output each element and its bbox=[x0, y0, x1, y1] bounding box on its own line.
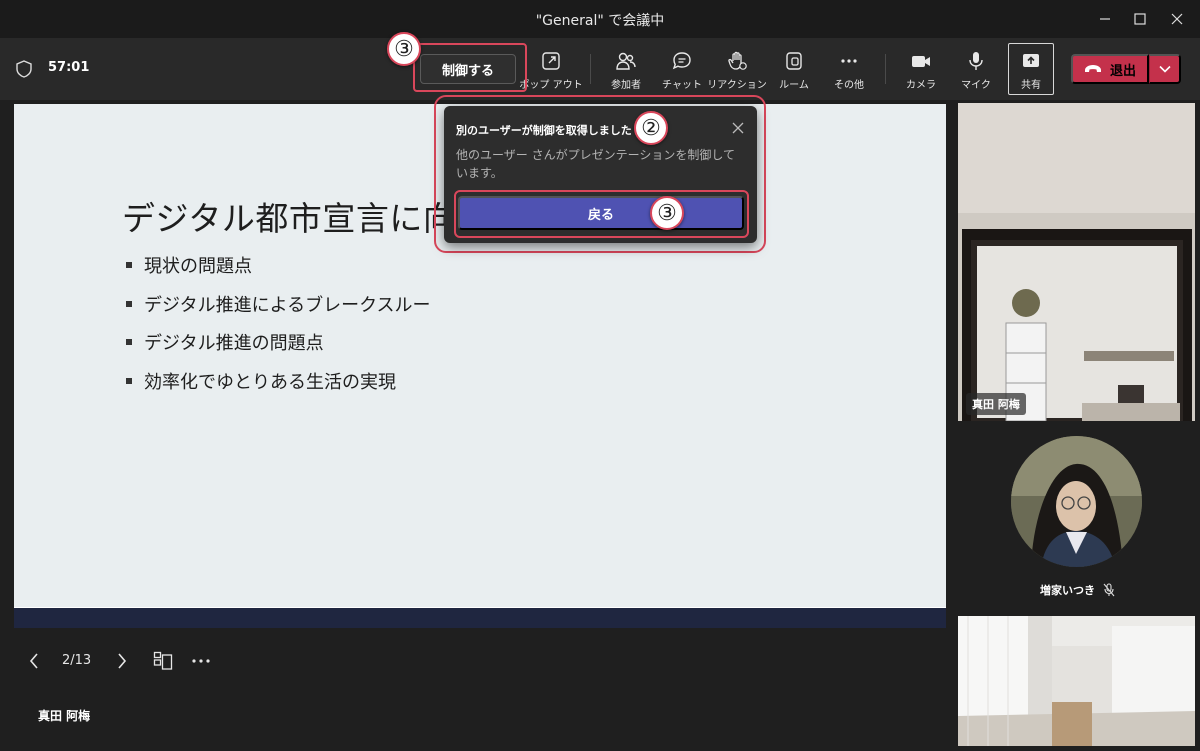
share-label: 共有 bbox=[1021, 80, 1041, 91]
annotation-highlight bbox=[413, 43, 527, 92]
slide-bullets: 現状の問題点 デジタル推進によるブレークスルー デジタル推進の問題点 効率化でゆ… bbox=[126, 252, 431, 406]
participant-name: 増家いつき bbox=[1040, 582, 1115, 598]
chat-icon bbox=[671, 50, 693, 72]
mic-label: マイク bbox=[961, 80, 991, 91]
close-icon[interactable] bbox=[1154, 0, 1200, 38]
next-slide-button[interactable] bbox=[114, 650, 130, 672]
slide-bullet: デジタル推進によるブレークスルー bbox=[126, 291, 431, 330]
more-button[interactable]: その他 bbox=[814, 48, 884, 92]
mic-muted-icon bbox=[1103, 583, 1115, 597]
participant-video[interactable]: 真田 阿梅 bbox=[958, 103, 1195, 421]
chevron-left-icon bbox=[29, 653, 38, 669]
chat-label: チャット bbox=[662, 80, 702, 91]
more-icon bbox=[192, 659, 210, 663]
slide-page-number: 2/13 bbox=[62, 653, 92, 668]
participant-avatar[interactable] bbox=[1011, 436, 1142, 567]
slide-footer-bar bbox=[14, 608, 946, 628]
leave-label: 退出 bbox=[1109, 62, 1136, 78]
slide-grid-icon bbox=[153, 651, 173, 670]
mic-icon bbox=[965, 50, 987, 72]
leave-button[interactable]: 退出 bbox=[1071, 54, 1149, 84]
more-icon bbox=[838, 50, 860, 72]
camera-label: カメラ bbox=[906, 80, 936, 91]
people-icon bbox=[615, 50, 637, 72]
popout-label: ポップ アウト bbox=[519, 80, 583, 91]
presenter-name: 真田 阿梅 bbox=[38, 709, 91, 723]
phone-hangup-icon bbox=[1084, 62, 1102, 77]
chevron-down-icon bbox=[1158, 65, 1171, 73]
participant-video[interactable] bbox=[958, 616, 1195, 746]
meeting-toolbar: 57:01 制御する ポップ アウト 参加者 チャット リアクション ルーム そ… bbox=[0, 38, 1200, 100]
shield-icon bbox=[16, 60, 32, 78]
camera-icon bbox=[910, 50, 932, 72]
slide-bullet: デジタル推進の問題点 bbox=[126, 329, 431, 368]
slide-bullet: 効率化でゆとりある生活の実現 bbox=[126, 368, 431, 407]
leave-options-button[interactable] bbox=[1149, 54, 1181, 84]
reaction-label: リアクション bbox=[707, 80, 767, 91]
slide-bullet: 現状の問題点 bbox=[126, 252, 431, 291]
return-button[interactable]: 戻る bbox=[458, 196, 744, 230]
chevron-right-icon bbox=[118, 653, 127, 669]
slide-sorter-button[interactable] bbox=[152, 650, 174, 672]
participant-video-frame bbox=[958, 616, 1195, 746]
close-icon[interactable] bbox=[731, 120, 745, 134]
share-icon bbox=[1020, 50, 1042, 72]
participants-label: 参加者 bbox=[611, 80, 641, 91]
annotation-marker: ③ bbox=[650, 196, 684, 230]
title-bar: "General" で会議中 bbox=[0, 0, 1200, 38]
notification-title: 別のユーザーが制御を取得しました bbox=[456, 124, 632, 137]
popout-icon bbox=[540, 50, 562, 72]
notification-body: 他のユーザー さんがプレゼンテーションを制御しています。 bbox=[456, 148, 735, 180]
slide-more-button[interactable] bbox=[190, 650, 212, 672]
previous-slide-button[interactable] bbox=[26, 650, 42, 672]
participant-video-frame bbox=[958, 103, 1195, 421]
annotation-marker: ② bbox=[634, 111, 668, 145]
window-title: "General" で会議中 bbox=[535, 13, 665, 29]
rooms-icon bbox=[783, 50, 805, 72]
more-label: その他 bbox=[834, 80, 864, 91]
participant-avatar-image bbox=[1011, 436, 1142, 567]
rooms-label: ルーム bbox=[779, 80, 809, 91]
meeting-timer: 57:01 bbox=[48, 60, 90, 75]
participant-name-tag: 真田 阿梅 bbox=[966, 393, 1026, 415]
annotation-marker: ③ bbox=[387, 32, 421, 66]
share-button-content[interactable]: 共有 bbox=[996, 48, 1066, 92]
reaction-hand-icon bbox=[726, 50, 748, 72]
